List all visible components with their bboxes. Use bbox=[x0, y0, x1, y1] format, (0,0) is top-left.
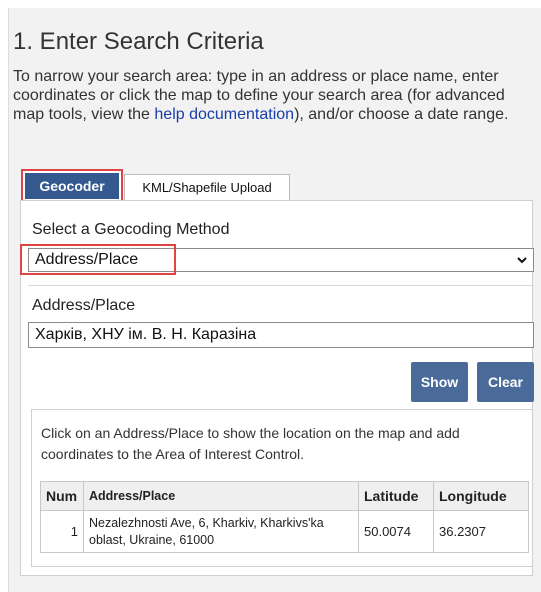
tab-geocoder-highlight[interactable]: Geocoder bbox=[21, 169, 123, 203]
page-left-margin bbox=[0, 0, 8, 592]
results-instructions: Click on an Address/Place to show the lo… bbox=[41, 425, 460, 462]
intro-text: To narrow your search area: type in an a… bbox=[13, 67, 533, 124]
cell-latitude: 50.0074 bbox=[358, 510, 434, 553]
cell-num: 1 bbox=[40, 510, 84, 553]
address-place-label: Address/Place bbox=[32, 297, 136, 314]
tab-geocoder[interactable]: Geocoder bbox=[25, 173, 119, 199]
results-table: Num Address/Place Latitude Longitude 1 N… bbox=[40, 481, 529, 553]
help-documentation-link[interactable]: help documentation bbox=[154, 106, 294, 123]
intro-text-end: ), and/or choose a date range. bbox=[294, 106, 509, 123]
cell-address[interactable]: Nezalezhnosti Ave, 6, Kharkiv, Kharkivs'… bbox=[83, 510, 359, 553]
column-header-num: Num bbox=[40, 481, 84, 511]
cell-longitude: 36.2307 bbox=[433, 510, 529, 553]
table-header-row: Num Address/Place Latitude Longitude bbox=[40, 481, 529, 511]
column-header-longitude: Longitude bbox=[433, 481, 529, 511]
column-header-address: Address/Place bbox=[83, 481, 359, 511]
table-row[interactable]: 1 Nezalezhnosti Ave, 6, Kharkiv, Kharkiv… bbox=[40, 510, 529, 553]
section-divider bbox=[28, 285, 534, 286]
show-button[interactable]: Show bbox=[411, 362, 468, 402]
address-place-input[interactable] bbox=[28, 322, 534, 348]
tab-kml-shapefile-upload[interactable]: KML/Shapefile Upload bbox=[124, 174, 290, 200]
clear-button[interactable]: Clear bbox=[477, 362, 534, 402]
geocoding-method-highlight bbox=[20, 244, 176, 275]
chevron-down-icon bbox=[516, 249, 528, 277]
geocoding-method-label: Select a Geocoding Method bbox=[32, 221, 230, 238]
section-title: 1. Enter Search Criteria bbox=[13, 28, 264, 55]
column-header-latitude: Latitude bbox=[358, 481, 434, 511]
